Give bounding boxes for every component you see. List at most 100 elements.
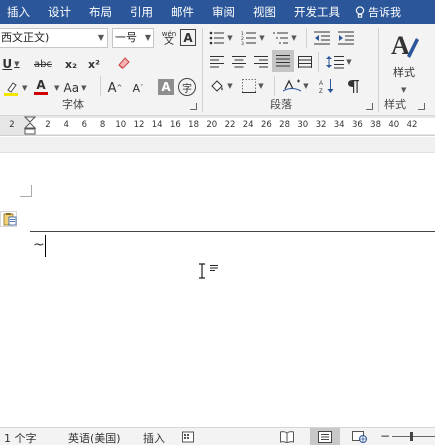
ruler-tick-label: 6 (81, 120, 88, 130)
indent-icon (338, 31, 354, 45)
font-dialog-launcher-icon[interactable] (190, 103, 197, 110)
chevron-down-icon: ▼ (22, 84, 28, 92)
zoom-out-icon[interactable]: − (380, 429, 390, 443)
grow-font-button[interactable]: A ^ (106, 78, 124, 98)
chevron-down-icon: ▼ (54, 84, 60, 92)
paint-bucket-icon (211, 80, 224, 92)
shading-button[interactable]: ▼ (208, 76, 234, 96)
tab-mailings[interactable]: 邮件 (162, 0, 203, 24)
zoom-slider[interactable] (392, 436, 435, 437)
font-color-letter: A (36, 77, 46, 92)
subscript-button[interactable]: x₂ (62, 54, 80, 74)
styles-dialog-launcher-icon[interactable] (418, 103, 425, 110)
show-hide-marks-button[interactable] (344, 76, 364, 96)
underline-label: U (2, 57, 13, 71)
chevron-down-icon: ▼ (97, 33, 104, 42)
ruler-tick-label: 12 (133, 120, 145, 130)
pilcrow-icon (348, 80, 359, 93)
decrease-indent-button[interactable] (312, 28, 332, 48)
chevron-down-icon: ▼ (144, 33, 151, 42)
tab-view[interactable]: 视图 (244, 0, 285, 24)
align-center-button[interactable] (230, 52, 248, 72)
lightbulb-icon (355, 5, 365, 18)
align-center-icon (232, 56, 246, 68)
phonetic-guide-button[interactable]: wén 文 (160, 28, 178, 48)
tab-layout[interactable]: 布局 (80, 0, 121, 24)
print-layout-button[interactable] (310, 428, 340, 445)
styles-group: A 样式 ▼ 样式 (380, 24, 435, 116)
increase-indent-button[interactable] (336, 28, 356, 48)
clipboard-icon (3, 213, 17, 226)
underline-button[interactable]: U ▼ (0, 54, 22, 74)
horizontal-ruler[interactable]: 2 2 4 6 8 10 12 14 16 18 20 22 24 26 28 30 32 34 36 38 40 42 (0, 116, 435, 136)
enclose-char-button[interactable]: 字 (178, 78, 196, 96)
tab-review[interactable]: 审阅 (203, 0, 244, 24)
chinese-layout-button[interactable]: ▼ (282, 76, 310, 96)
line-spacing-button[interactable]: ▼ (324, 52, 354, 72)
chevron-down-icon: ▼ (303, 82, 309, 90)
chevron-down-icon: ▼ (81, 84, 87, 92)
align-left-button[interactable] (208, 52, 226, 72)
tab-insert[interactable]: 插入 (0, 0, 39, 24)
ruler-tick-label: 18 (188, 120, 200, 130)
shrink-font-letter: A (132, 81, 141, 95)
distributed-button[interactable] (296, 52, 314, 72)
font-group: 西文正文) ▼ 一号 ▼ wén 文 A U ▼ abc x₂ x² ▼ A ▼… (0, 24, 200, 116)
ruler-tick-label: 24 (242, 120, 254, 130)
ruler-tick-label: 26 (260, 120, 272, 130)
change-case-button[interactable]: Aa ▼ (64, 78, 87, 98)
tab-developer[interactable]: 开发工具 (285, 0, 349, 24)
strikethrough-button[interactable]: abc (30, 54, 56, 74)
font-color-button[interactable]: A (32, 76, 50, 96)
paragraph-dialog-launcher-icon[interactable] (366, 103, 373, 110)
caret-up-icon: ^ (116, 84, 123, 92)
chevron-down-icon: ▼ (346, 58, 352, 66)
language-indicator[interactable]: 英语(美国) (68, 430, 121, 445)
char-border-button[interactable]: A (180, 29, 196, 46)
multilevel-list-icon (273, 32, 289, 44)
ruler-tick-label: 16 (169, 120, 181, 130)
chevron-down-icon: ▼ (401, 86, 407, 94)
highlight-color-button[interactable] (0, 78, 22, 98)
margin-corner-mark (20, 185, 32, 197)
document-page[interactable]: ~ (0, 153, 435, 427)
shrink-font-button[interactable]: Aˇ (130, 78, 146, 98)
multilevel-list-button[interactable]: ▼ (272, 28, 298, 48)
superscript-button[interactable]: x² (85, 54, 103, 74)
outdent-icon (314, 31, 330, 45)
styles-group-label: 样式 (384, 98, 406, 111)
align-right-button[interactable] (252, 52, 270, 72)
tab-design[interactable]: 设计 (39, 0, 80, 24)
char-shading-button[interactable]: A (158, 79, 174, 95)
print-layout-icon (318, 431, 332, 443)
grow-font-letter: A (107, 80, 117, 96)
indent-marker-icon[interactable] (24, 116, 36, 136)
horizontal-rule (30, 231, 435, 232)
styles-gallery-button[interactable]: A 样式 (386, 28, 422, 82)
svg-text:3: 3 (241, 41, 244, 45)
borders-button[interactable]: ▼ (240, 76, 266, 96)
read-mode-icon[interactable] (280, 431, 294, 443)
ruler-tick-label: 36 (351, 120, 363, 130)
web-layout-icon[interactable] (352, 431, 368, 443)
ruler-tick-label: 4 (63, 120, 69, 130)
chevron-down-icon: ▼ (291, 34, 297, 42)
numbering-button[interactable]: 1 2 3 ▼ (240, 28, 266, 48)
ruler-tick-label: 38 (370, 120, 382, 130)
chevron-down-icon: ▼ (14, 60, 20, 68)
paste-options-button[interactable] (0, 211, 17, 227)
ribbon-tabs: 插入 设计 布局 引用 邮件 审阅 视图 开发工具 告诉我 (0, 0, 435, 24)
word-count[interactable]: 1 个字 (4, 430, 37, 445)
sort-button[interactable]: A Z (316, 76, 338, 96)
font-size-box[interactable]: 一号 ▼ (112, 28, 154, 48)
insert-mode-indicator[interactable]: 插入 (143, 430, 165, 445)
justify-button[interactable] (272, 50, 294, 72)
clear-formatting-button[interactable] (113, 53, 135, 73)
tab-references[interactable]: 引用 (121, 0, 162, 24)
tell-me-box[interactable]: 告诉我 (349, 4, 401, 20)
bullets-button[interactable]: ▼ (208, 28, 234, 48)
macro-record-icon[interactable] (182, 431, 194, 443)
zoom-slider-thumb[interactable] (410, 432, 413, 441)
font-name-box[interactable]: 西文正文) ▼ (0, 28, 108, 48)
ruler-tick-label: 2 (9, 120, 15, 130)
